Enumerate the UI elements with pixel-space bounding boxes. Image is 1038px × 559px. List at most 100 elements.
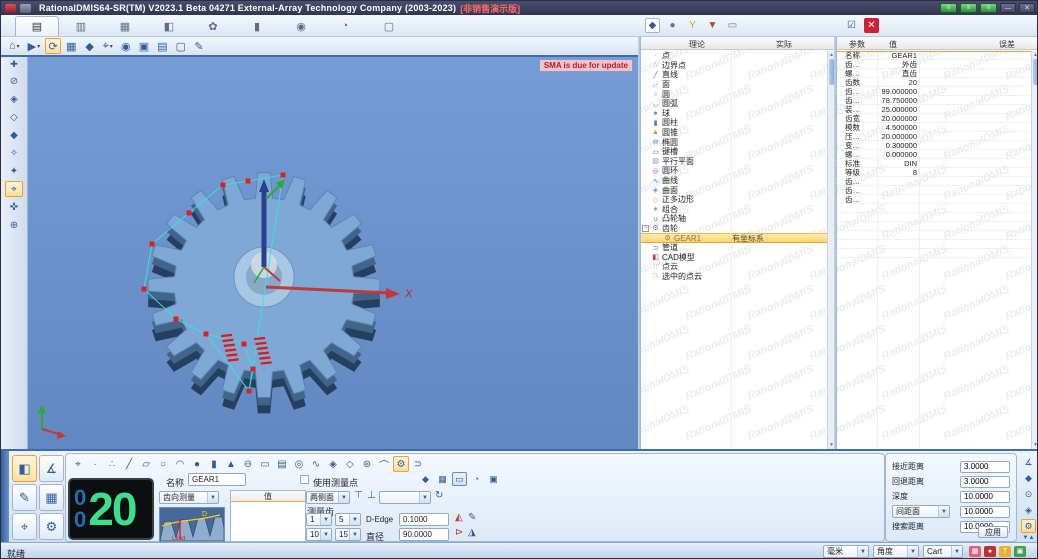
apply-button[interactable]: 应用 (978, 526, 1008, 538)
probe-hand-icon[interactable]: ⌖ (70, 456, 86, 472)
features-cube-icon[interactable]: ◆ (645, 18, 660, 33)
camera-button[interactable]: ▤ (154, 38, 170, 54)
gauge-button[interactable]: ▦ (39, 484, 64, 511)
select-cursor-button[interactable]: ▶ ▾ (25, 38, 43, 54)
probe-view-tab[interactable]: ◆ (418, 472, 433, 486)
tooth-select-2[interactable]: 5 ▼ (335, 513, 361, 526)
tab-monitor[interactable]: ▦ (103, 16, 147, 36)
jogbox-icon-3[interactable]: ≡ (980, 3, 997, 13)
params-col-parameter[interactable]: 参数 (849, 39, 865, 50)
gear-name-input[interactable] (188, 473, 246, 486)
camshaft-icon[interactable]: ⌒ (376, 456, 392, 472)
home-button-dropdown[interactable]: ▾ (17, 43, 20, 50)
viewport-3d[interactable]: X SMA is due for update (28, 57, 638, 449)
d-edge-input[interactable] (399, 513, 449, 526)
回退距离-input[interactable] (960, 475, 1010, 488)
tab-clock[interactable]: ◔ (323, 16, 367, 36)
sma-notice[interactable]: SMA is due for update (538, 59, 633, 72)
value-list[interactable]: 值 (230, 490, 306, 542)
curve-icon[interactable]: ∿ (308, 456, 324, 472)
probe-path2-icon[interactable]: ◈ (1021, 503, 1036, 517)
angle-select[interactable]: 角度 ▼ (873, 545, 919, 558)
深度-input[interactable] (960, 490, 1010, 503)
jogbox-icon-2[interactable]: ≡ (960, 3, 977, 13)
close-button[interactable]: ✕ (1019, 3, 1035, 13)
panel-view-tab[interactable]: ▭ (452, 472, 467, 486)
probe-auto-icon[interactable]: ⊕ (5, 217, 23, 233)
tab-mouse[interactable]: ◧ (147, 16, 191, 36)
close-panel-icon[interactable]: ✕ (864, 18, 879, 33)
cone-icon[interactable]: ▲ (223, 456, 239, 472)
接近距离-input[interactable] (960, 460, 1010, 473)
tooth-select-1[interactable]: 1 ▼ (306, 513, 332, 526)
axis-view-button-dropdown[interactable]: ▾ (110, 43, 113, 50)
probe-goto-icon[interactable]: ◈ (5, 91, 23, 107)
coord-select[interactable]: Cart ▼ (923, 545, 963, 558)
pipe-icon[interactable]: ⊃ (410, 456, 426, 472)
circle-icon[interactable]: ○ (155, 456, 171, 472)
refresh-view-button[interactable]: ⟳ (45, 38, 62, 54)
probe-point-icon[interactable]: ◆ (5, 127, 23, 143)
units-select[interactable]: 毫米 ▼ (823, 545, 869, 558)
tree-item-选中的点云[interactable]: ∷ 选中的点云 (641, 272, 827, 282)
probe-t2-icon[interactable]: ⊥ (367, 490, 376, 501)
graph-view-tab[interactable]: ▦ (435, 472, 450, 486)
arc-icon[interactable]: ◠ (172, 456, 188, 472)
parallel-planes-icon[interactable]: ▤ (274, 456, 290, 472)
monitor-icon[interactable]: ▭ (725, 18, 740, 33)
tab-probe-rack[interactable]: ✿ (191, 16, 235, 36)
edge-tool-icon[interactable]: ◭ (455, 512, 463, 523)
sphere-icon[interactable]: ● (189, 456, 205, 472)
chevron-down-icon[interactable]: ▼ (938, 506, 949, 517)
use-points-checkbox[interactable] (300, 475, 309, 484)
间距面-select[interactable]: 间距面 ▼ (892, 505, 950, 518)
status-light-icon[interactable]: ● (984, 546, 996, 557)
combination-icon[interactable]: ⊛ (359, 456, 375, 472)
home-button[interactable]: ⌂ ▾ (6, 38, 23, 54)
tab-device[interactable]: ▮ (235, 16, 279, 36)
boundary-point-icon[interactable]: ∴ (104, 456, 120, 472)
probe-path-icon[interactable]: ✜ (5, 199, 23, 215)
params-col-error[interactable]: 误差 (999, 39, 1015, 50)
magnifier-icon[interactable]: ⊙ (1021, 487, 1036, 501)
tree-col-actual[interactable]: 实际 (776, 39, 792, 50)
tab-cloud[interactable]: ◉ (279, 16, 323, 36)
measure-mode-select[interactable]: 齿向测量 ▼ (159, 491, 219, 504)
settings-gear-icon[interactable]: ⚙ (1021, 519, 1036, 533)
clock-view-tab[interactable]: ◔ (469, 472, 484, 486)
probe-scan-icon[interactable]: ⌖ (5, 181, 23, 197)
annotate-button[interactable]: ✎ (191, 38, 207, 54)
param-row[interactable]: 齿… (837, 195, 1031, 204)
cylinder-icon[interactable]: ▮ (206, 456, 222, 472)
select-cursor-button-dropdown[interactable]: ▾ (37, 43, 40, 50)
probe-tip-icon[interactable]: ✦ (5, 163, 23, 179)
refresh-list-icon[interactable]: ↻ (435, 490, 443, 501)
tab-measure[interactable]: ▤ (15, 16, 59, 36)
probe-blue-icon[interactable]: ◆ (1021, 471, 1036, 485)
point-filter-icon[interactable]: ● (665, 18, 680, 33)
strip-scroll-arrows[interactable]: ▼▲ (1023, 535, 1035, 541)
probe-t1-icon[interactable]: ⊤ (354, 490, 363, 501)
eye-view-button[interactable]: ◉ (118, 38, 134, 54)
caliper2-icon[interactable]: ∡ (1021, 455, 1036, 469)
pin-icon[interactable]: ✚ (10, 59, 18, 71)
status-pink-icon[interactable]: ▦ (969, 546, 981, 557)
box-button[interactable]: ▢ (173, 38, 189, 54)
image-button[interactable]: ▣ (136, 38, 152, 54)
tooth-select-4[interactable]: 15 ▼ (335, 528, 361, 541)
params-col-value[interactable]: 值 (889, 39, 897, 50)
gear-icon[interactable]: ⚙ (393, 456, 409, 472)
params-scrollbar[interactable]: ▲ ▼ (1031, 51, 1037, 449)
plane-icon[interactable]: ▱ (138, 456, 154, 472)
间距面-input[interactable] (960, 505, 1010, 518)
tab-screen[interactable]: ▢ (367, 16, 411, 36)
marquee-select-button[interactable]: ▦ (63, 38, 79, 54)
axis-view-button[interactable]: ⌖ ▾ (100, 38, 116, 54)
solid-view-button[interactable]: ◆ (82, 38, 98, 54)
jogbox-icon-1[interactable]: ≡ (940, 3, 957, 13)
tree-scrollbar[interactable]: ▲ ▼ (827, 51, 834, 449)
tree-col-theory[interactable]: 理论 (689, 39, 705, 50)
dia-play-icon[interactable]: ⊳ (455, 527, 463, 538)
diameter-input[interactable] (399, 528, 449, 541)
status-jog-icon[interactable]: ▣ (1014, 546, 1026, 557)
